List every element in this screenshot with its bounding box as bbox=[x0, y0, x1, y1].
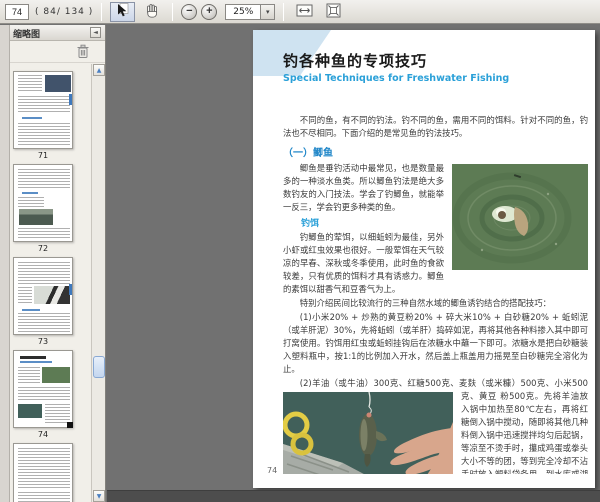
thumbnail-page-75[interactable]: 75 bbox=[13, 443, 73, 502]
panel-collapse-button[interactable]: ◄ bbox=[90, 27, 101, 38]
hand-tool-icon bbox=[145, 3, 159, 21]
photo-fish-splash bbox=[452, 164, 588, 270]
thumb-heading-line bbox=[22, 192, 38, 194]
thumbnail-list: 71 72 73 74 bbox=[10, 64, 91, 502]
scroll-up-button[interactable]: ▲ bbox=[93, 64, 105, 76]
document-canvas[interactable]: 钓各种鱼的专项技巧 Special Techniques for Freshwa… bbox=[107, 25, 600, 502]
thumb-text-lines bbox=[18, 96, 70, 114]
thumb-text-lines bbox=[18, 169, 70, 189]
thumbnail-page-73[interactable]: 73 bbox=[13, 257, 73, 346]
thumbnail-preview bbox=[13, 71, 73, 149]
thumbnail-preview bbox=[13, 350, 73, 428]
thumbnail-page-72[interactable]: 72 bbox=[13, 164, 73, 253]
thumbnail-preview bbox=[13, 257, 73, 335]
toolbar-separator bbox=[172, 2, 174, 21]
toolbar: ( 84/ 134 ) bbox=[0, 0, 600, 24]
thumbnails-panel: 缩略图 ◄ 71 72 73 74 ▲ ▼ bbox=[10, 25, 106, 502]
page-body: 不同的鱼，有不同的钓法。钓不同的鱼，需用不同的饵料。针对不同的鱼，钓法也不尽相同… bbox=[283, 114, 588, 474]
thumb-heading-line bbox=[22, 309, 40, 311]
page-count-indicator: ( 84/ 134 ) bbox=[35, 6, 94, 17]
section-heading: （一）鲫鱼 bbox=[283, 148, 333, 159]
thumbnail-page-label: 71 bbox=[37, 151, 49, 160]
scrollbar-thumb[interactable] bbox=[93, 356, 105, 378]
toolbar-separator bbox=[283, 2, 285, 21]
paragraph-recipe2: (2)羊油（或牛油）300克、红糖500克、麦麸（或米糠）500克、小米500克… bbox=[283, 377, 588, 474]
printed-page-number: 74 bbox=[267, 466, 278, 475]
thumb-text-lines bbox=[18, 448, 70, 488]
fit-width-icon bbox=[296, 3, 313, 21]
thumb-text-lines bbox=[18, 123, 70, 146]
thumbnail-page-label: 74 bbox=[37, 430, 49, 439]
thumbnail-preview bbox=[13, 164, 73, 242]
thumbnails-toolbar bbox=[10, 41, 105, 63]
thumb-edge-tab bbox=[69, 284, 72, 295]
zoom-dropdown-button[interactable]: ▾ bbox=[261, 3, 276, 20]
fit-page-button[interactable] bbox=[321, 2, 346, 22]
thumb-text-lines bbox=[18, 387, 70, 401]
thumb-text-lines bbox=[18, 197, 44, 207]
thumb-photo-block bbox=[19, 209, 53, 225]
thumb-edge-tab bbox=[69, 94, 72, 105]
current-page-marker bbox=[67, 422, 73, 428]
thumbnail-scrollbar[interactable]: ▲ ▼ bbox=[91, 64, 105, 502]
thumb-text-lines bbox=[18, 287, 32, 304]
thumb-text-lines bbox=[18, 228, 70, 239]
panel-tab-strip[interactable] bbox=[0, 25, 10, 502]
paragraph-mix-intro: 特别介绍民间比较流行的三种自然水域的鲫鱼诱钓结合的搭配技巧： bbox=[299, 298, 552, 308]
thumbnail-preview bbox=[13, 443, 73, 502]
pdf-reader-window: ( 84/ 134 ) bbox=[0, 0, 600, 502]
thumb-photo-block bbox=[34, 286, 70, 304]
document-page: 钓各种鱼的专项技巧 Special Techniques for Freshwa… bbox=[253, 30, 595, 488]
cursor-arrow-icon bbox=[116, 2, 129, 21]
thumb-photo-block bbox=[42, 367, 70, 383]
toolbar-separator bbox=[101, 2, 103, 21]
paragraph-jiyu: 鲫鱼是垂钓活动中最常见，也是数量最多的一种淡水鱼类。所以鲫鱼钓法是绝大多数钓友的… bbox=[283, 162, 588, 270]
thumbnail-page-label: 73 bbox=[37, 337, 49, 346]
delete-page-button[interactable] bbox=[75, 44, 91, 60]
zoom-in-button[interactable]: + bbox=[201, 3, 218, 20]
page-number-input[interactable] bbox=[5, 3, 29, 20]
thumb-text-lines bbox=[18, 367, 40, 383]
thumb-text-lines bbox=[18, 75, 42, 92]
paragraph-text: 鲫鱼是垂钓活动中最常见，也是数量最多的一种淡水鱼类。所以鲫鱼钓法是绝大多数钓友的… bbox=[283, 163, 444, 212]
fit-width-button[interactable] bbox=[292, 2, 317, 22]
hand-tool-button[interactable] bbox=[139, 2, 164, 22]
photo-fish-on-hook bbox=[283, 392, 453, 474]
thumb-text-lines bbox=[18, 492, 70, 502]
page-title-block: 钓各种鱼的专项技巧 Special Techniques for Freshwa… bbox=[283, 50, 509, 84]
thumbnail-page-74-current[interactable]: 74 bbox=[13, 350, 73, 439]
thumbnails-panel-header: 缩略图 ◄ bbox=[10, 25, 105, 41]
thumb-photo-block bbox=[18, 404, 42, 418]
zoom-out-button[interactable]: − bbox=[181, 3, 198, 20]
page-subtitle: Special Techniques for Freshwater Fishin… bbox=[283, 73, 510, 84]
trash-icon bbox=[76, 44, 90, 62]
zoom-level-combo: 25% ▾ bbox=[225, 3, 276, 20]
thumbnail-page-71[interactable]: 71 bbox=[13, 71, 73, 160]
thumb-heading-line bbox=[22, 117, 42, 119]
select-tool-button[interactable] bbox=[110, 1, 136, 22]
paragraph-recipe1: (1)小米20% + 炒熟的黄豆粉20% + 碎大米10% + 白砂糖20% +… bbox=[283, 312, 588, 374]
thumb-subtitle-line bbox=[20, 361, 52, 363]
horizontal-scroll-area[interactable] bbox=[107, 490, 600, 502]
paragraph-intro: 不同的鱼，有不同的钓法。钓不同的鱼，需用不同的饵料。针对不同的鱼，钓法也不尽相同… bbox=[283, 115, 588, 138]
thumb-text-lines bbox=[18, 313, 70, 332]
thumb-photo-block bbox=[45, 75, 71, 92]
scroll-down-button[interactable]: ▼ bbox=[93, 490, 105, 502]
zoom-level-value[interactable]: 25% bbox=[225, 3, 262, 20]
thumbnail-page-label: 72 bbox=[37, 244, 49, 253]
fit-page-icon bbox=[326, 3, 341, 21]
page-title: 钓各种鱼的专项技巧 bbox=[283, 52, 428, 70]
thumb-text-lines bbox=[18, 262, 70, 284]
thumb-title-line bbox=[20, 356, 46, 359]
